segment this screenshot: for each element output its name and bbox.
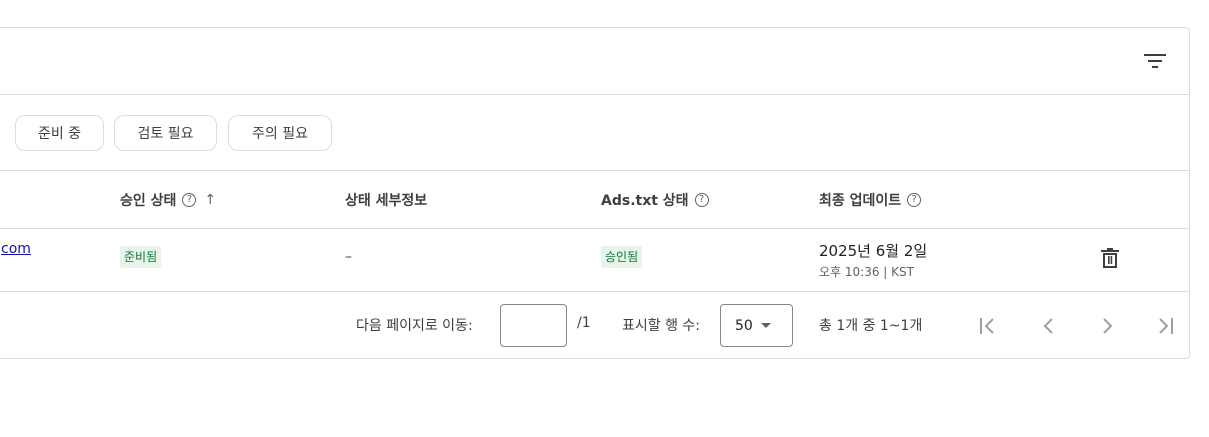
prev-page-icon[interactable] xyxy=(1037,314,1061,338)
column-header-details: 상태 세부정보 xyxy=(345,171,427,229)
table-pagination: 다음 페이지로 이동: /1 표시할 행 수: 50 총 1개 중 1~1개 xyxy=(0,292,1189,359)
table-toolbar xyxy=(0,28,1189,95)
column-label: 상태 세부정보 xyxy=(345,193,428,209)
chevron-down-icon xyxy=(760,323,771,328)
pagination-range: 총 1개 중 1~1개 xyxy=(819,318,923,334)
approval-status-badge: 준비됨 xyxy=(120,246,162,268)
table-row: com 준비됨 – 승인됨 2025년 6월 2일 오후 10:36 | KST xyxy=(0,229,1189,292)
column-header-updated[interactable]: 최종 업데이트 ? xyxy=(819,171,922,229)
status-filter-chips: 준비 중 검토 필요 주의 필요 xyxy=(0,95,1189,171)
filter-chip-getting-ready[interactable]: 준비 중 xyxy=(15,115,104,151)
column-label: 승인 상태 xyxy=(120,193,177,209)
sort-ascending-icon[interactable]: ↑ xyxy=(204,192,216,208)
filter-chip-label: 검토 필요 xyxy=(137,126,194,142)
goto-page-input[interactable] xyxy=(500,304,567,347)
filter-icon[interactable] xyxy=(1144,52,1166,70)
column-label: 최종 업데이트 xyxy=(819,193,902,209)
rows-per-page-select[interactable]: 50 xyxy=(720,304,793,347)
rows-per-page-label: 표시할 행 수: xyxy=(622,318,701,334)
last-updated-time: 오후 10:36 | KST xyxy=(819,265,914,279)
trash-icon[interactable] xyxy=(1101,248,1119,268)
filter-chip-label: 준비 중 xyxy=(37,126,82,142)
rows-per-page-value: 50 xyxy=(735,317,753,334)
adstxt-status-badge: 승인됨 xyxy=(601,246,643,268)
filter-chip-needs-review[interactable]: 검토 필요 xyxy=(114,115,217,151)
page-total: /1 xyxy=(577,315,591,331)
status-details-value: – xyxy=(345,249,352,265)
column-header-approval[interactable]: 승인 상태 ? ↑ xyxy=(120,171,216,229)
site-link[interactable]: com xyxy=(1,241,31,257)
last-page-icon[interactable] xyxy=(1153,314,1177,338)
last-updated-date: 2025년 6월 2일 xyxy=(819,242,928,260)
help-icon[interactable]: ? xyxy=(907,193,922,207)
table-header-row: 승인 상태 ? ↑ 상태 세부정보 Ads.txt 상태 ? 최종 업데이트 ? xyxy=(0,171,1189,229)
help-icon[interactable]: ? xyxy=(694,193,709,207)
column-header-adstxt[interactable]: Ads.txt 상태 ? xyxy=(601,171,709,229)
filter-chip-needs-attention[interactable]: 주의 필요 xyxy=(228,115,332,151)
sites-table-card: 준비 중 검토 필요 주의 필요 승인 상태 ? ↑ 상태 세부정보 Ads.t… xyxy=(0,27,1190,359)
next-page-icon[interactable] xyxy=(1095,314,1119,338)
column-label: Ads.txt 상태 xyxy=(601,193,689,209)
filter-chip-label: 주의 필요 xyxy=(252,126,308,142)
help-icon[interactable]: ? xyxy=(182,193,197,207)
goto-page-label: 다음 페이지로 이동: xyxy=(356,318,473,334)
first-page-icon[interactable] xyxy=(976,314,1000,338)
